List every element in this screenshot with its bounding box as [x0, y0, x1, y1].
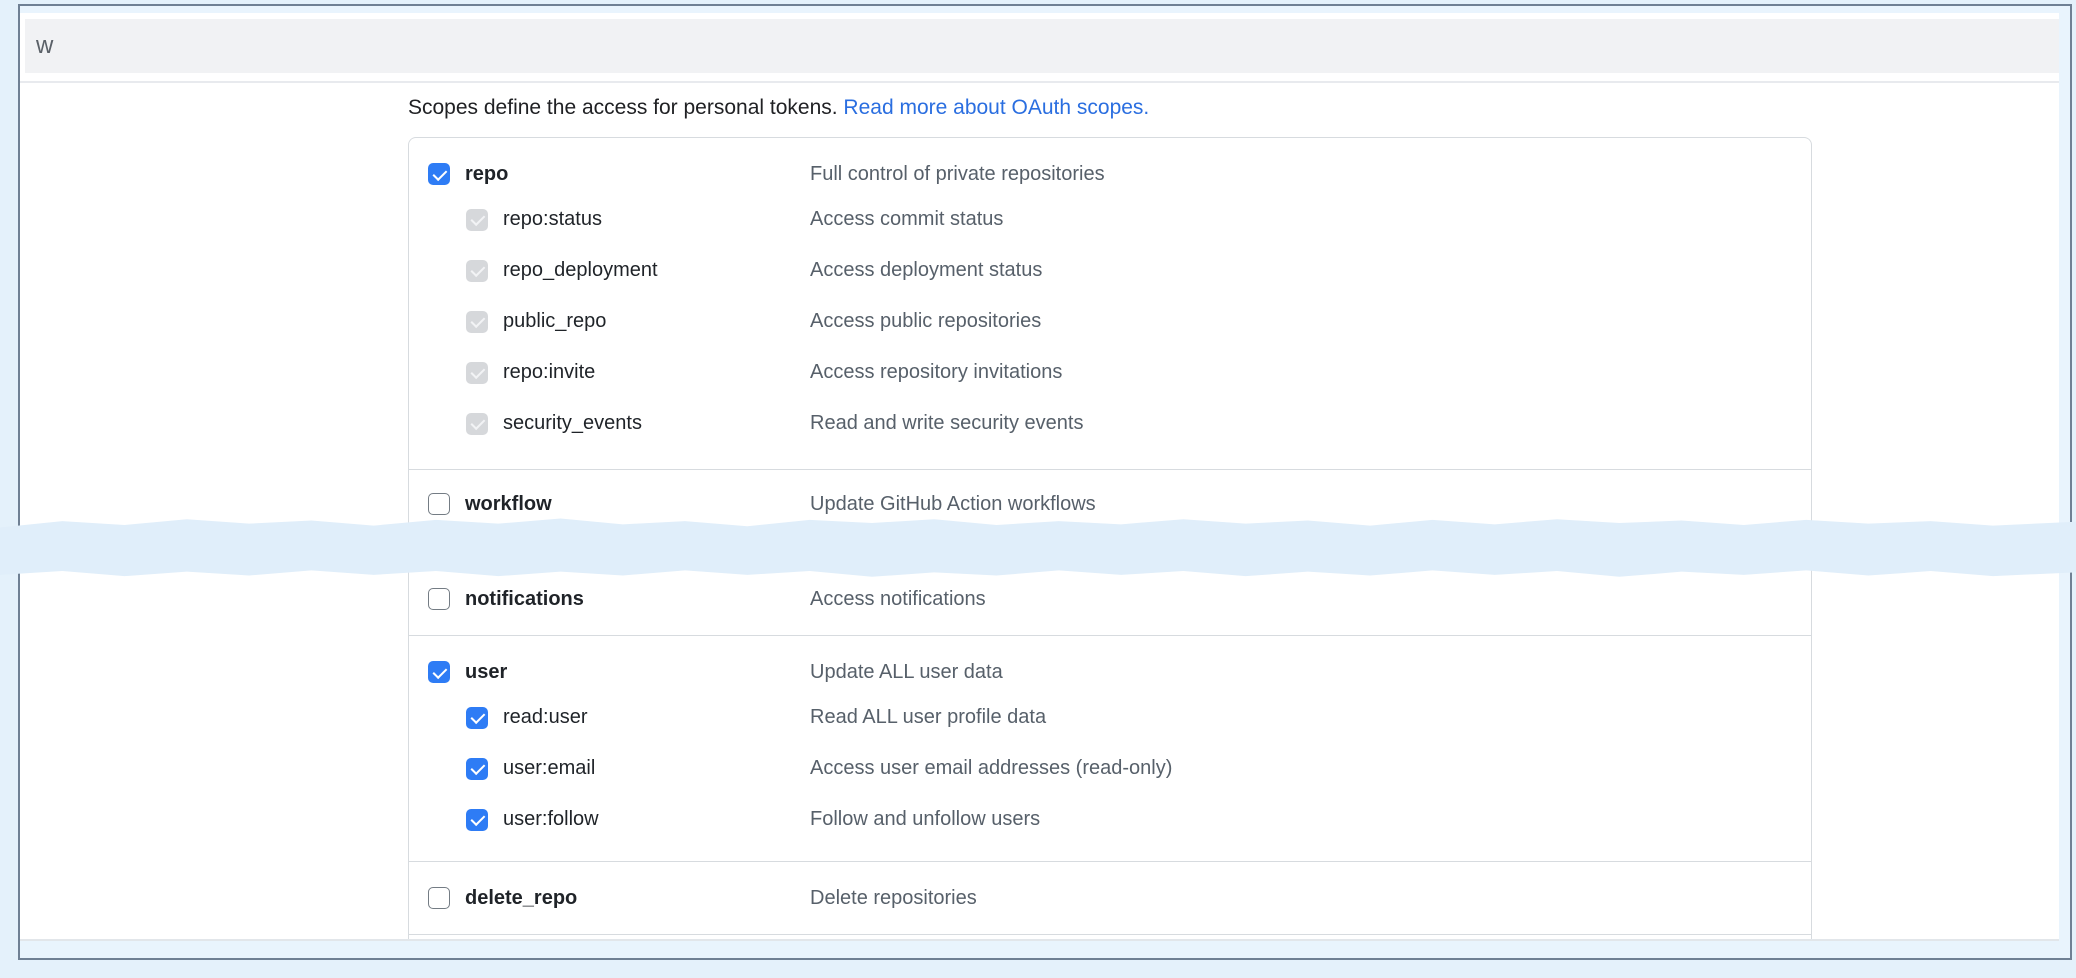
scopes-intro-text: Scopes define the access for personal to…	[408, 96, 843, 119]
scope-name: user	[465, 661, 507, 684]
scope-description: Update ALL user data	[810, 661, 1811, 684]
checkbox-repo-invite	[466, 362, 488, 384]
scope-name: repo_deployment	[503, 259, 658, 282]
scope-name: notifications	[465, 588, 584, 611]
scope-row-user[interactable]: user Update ALL user data	[409, 652, 1811, 692]
scope-description: Delete repositories	[810, 887, 1811, 910]
scope-description: Access commit status	[810, 208, 1811, 231]
checkbox-read-user[interactable]	[466, 707, 488, 729]
checkbox-public-repo	[466, 311, 488, 333]
scope-group-user: user Update ALL user data read:user Read…	[409, 636, 1811, 862]
checkbox-user[interactable]	[428, 661, 450, 683]
checkbox-workflow[interactable]	[428, 493, 450, 515]
checkbox-delete-repo[interactable]	[428, 887, 450, 909]
scope-group-delete-repo: delete_repo Delete repositories	[409, 862, 1811, 935]
scope-row-repo-invite: repo:invite Access repository invitation…	[409, 347, 1811, 398]
scope-row-security-events: security_events Read and write security …	[409, 398, 1811, 449]
main-content: Scopes define the access for personal to…	[20, 83, 2059, 941]
scope-name: delete_repo	[465, 887, 577, 910]
scope-name: repo:invite	[503, 361, 595, 384]
checkbox-security-events	[466, 413, 488, 435]
scope-name: repo	[465, 163, 508, 186]
scope-row-repo-deployment: repo_deployment Access deployment status	[409, 245, 1811, 296]
scope-name: read:user	[503, 706, 588, 729]
scope-description: Access repository invitations	[810, 361, 1811, 384]
checkbox-repo[interactable]	[428, 163, 450, 185]
scope-name: public_repo	[503, 310, 606, 333]
scope-row-repo[interactable]: repo Full control of private repositorie…	[409, 154, 1811, 194]
scope-name: user:email	[503, 757, 595, 780]
scope-row-delete-repo[interactable]: delete_repo Delete repositories	[409, 878, 1811, 918]
scope-description: Access deployment status	[810, 259, 1811, 282]
checkbox-repo-deployment	[466, 260, 488, 282]
scope-description: Read ALL user profile data	[810, 706, 1811, 729]
scope-row-repo-status: repo:status Access commit status	[409, 194, 1811, 245]
scope-description: Update GitHub Action workflows	[810, 493, 1811, 516]
checkbox-user-email[interactable]	[466, 758, 488, 780]
scope-description: Full control of private repositories	[810, 163, 1811, 186]
checkbox-notifications[interactable]	[428, 588, 450, 610]
browser-window: w Scopes define the access for personal …	[18, 4, 2072, 960]
scope-row-notifications[interactable]: notifications Access notifications	[409, 579, 1811, 619]
checkbox-user-follow[interactable]	[466, 809, 488, 831]
scopes-intro: Scopes define the access for personal to…	[408, 95, 2059, 121]
scope-group-repo: repo Full control of private repositorie…	[409, 138, 1811, 470]
scope-description: Access notifications	[810, 588, 1811, 611]
scope-name: workflow	[465, 493, 552, 516]
scope-row-read-user[interactable]: read:user Read ALL user profile data	[409, 692, 1811, 743]
scope-description: Read and write security events	[810, 412, 1811, 435]
scope-name: user:follow	[503, 808, 599, 831]
checkbox-repo-status	[466, 209, 488, 231]
scope-description: Access user email addresses (read-only)	[810, 757, 1811, 780]
scope-group-cutoff	[409, 935, 1811, 941]
page-header-text: w	[36, 32, 53, 60]
oauth-scopes-link[interactable]: Read more about OAuth scopes.	[843, 96, 1149, 119]
scope-description: Access public repositories	[810, 310, 1811, 333]
settings-page: w Scopes define the access for personal …	[20, 13, 2059, 941]
scope-name: security_events	[503, 412, 642, 435]
scope-name: repo:status	[503, 208, 602, 231]
scope-row-user-email[interactable]: user:email Access user email addresses (…	[409, 743, 1811, 794]
scope-row-user-follow[interactable]: user:follow Follow and unfollow users	[409, 794, 1811, 845]
scope-row-public-repo: public_repo Access public repositories	[409, 296, 1811, 347]
scope-row-workflow[interactable]: workflow Update GitHub Action workflows	[409, 484, 1811, 524]
page-header-bar: w	[25, 19, 2059, 73]
scope-description: Follow and unfollow users	[810, 808, 1811, 831]
